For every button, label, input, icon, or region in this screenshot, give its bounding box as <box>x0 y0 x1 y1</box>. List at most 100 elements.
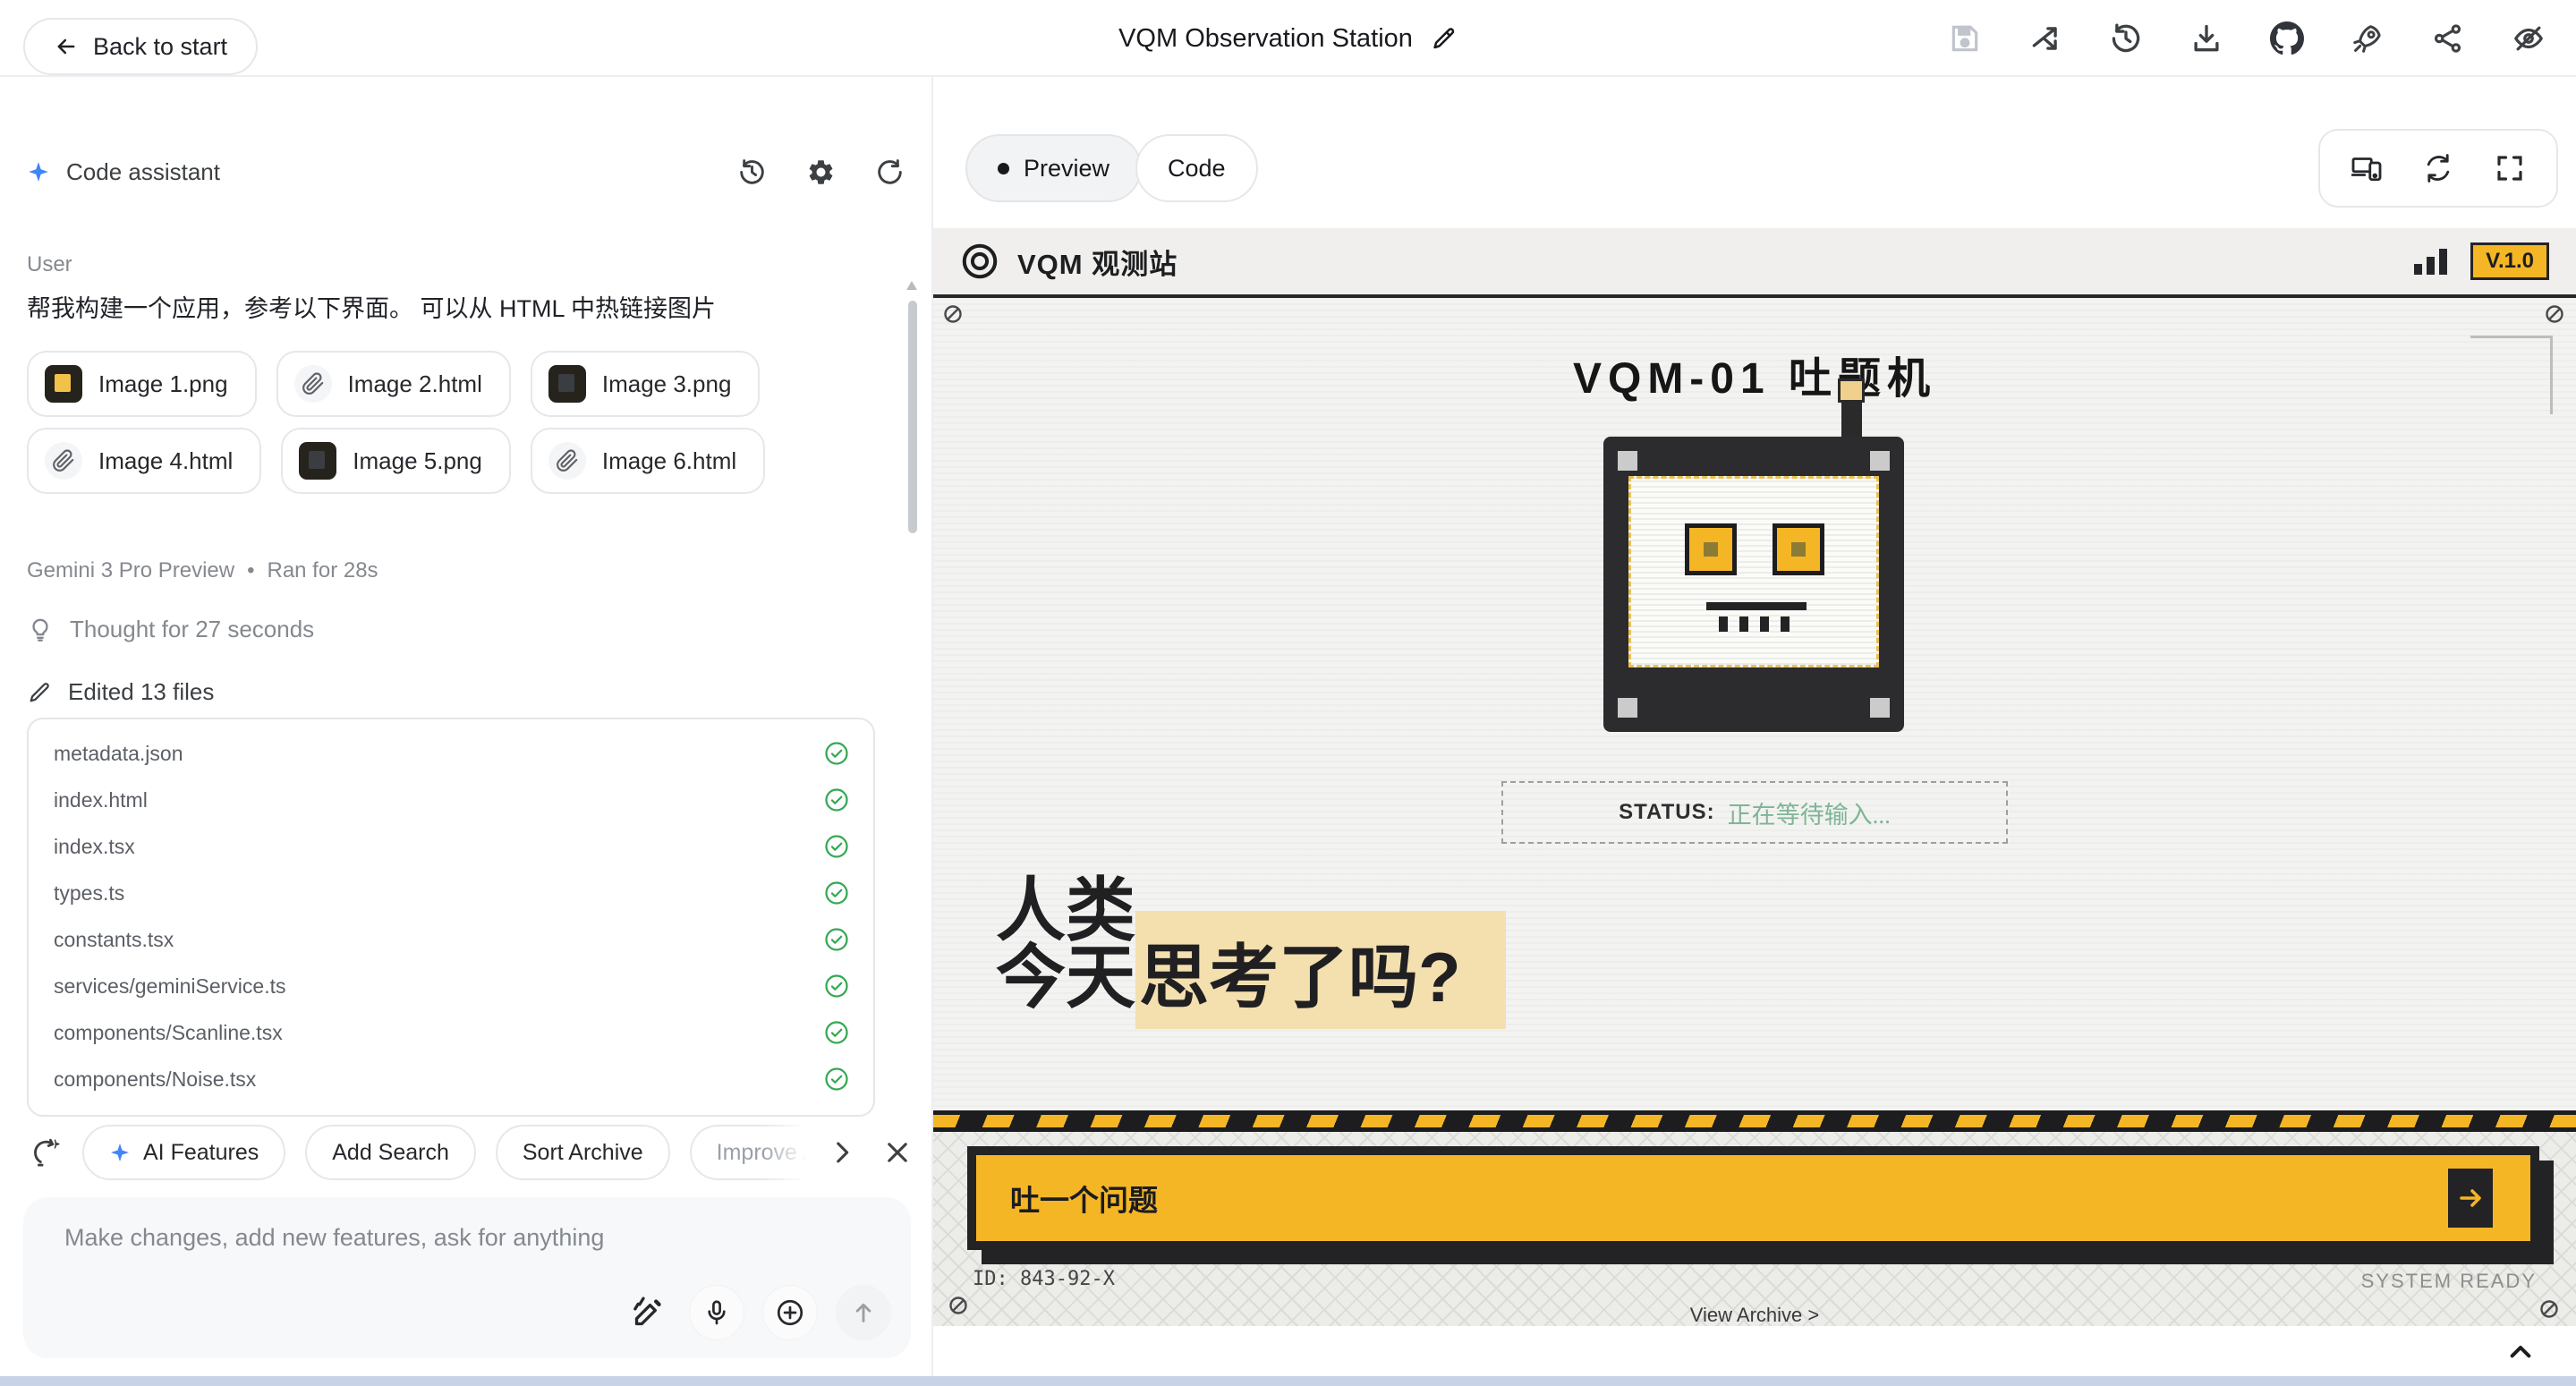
attachment-chip[interactable]: Image 4.html <box>27 428 261 494</box>
suggestion-chip-ai-features[interactable]: AI Features <box>82 1125 285 1180</box>
assistant-actions <box>737 157 905 187</box>
session-id: ID: 843-92-X <box>973 1268 1115 1290</box>
check-circle-icon <box>823 833 850 860</box>
suggestion-chips: AI Features Add Search Sort Archive Impr… <box>82 1125 825 1180</box>
robot-eye-right <box>1773 523 1824 575</box>
prompt-input[interactable] <box>64 1224 852 1278</box>
cta-arrow-button[interactable] <box>2448 1169 2493 1228</box>
edit-title-icon[interactable] <box>1431 25 1458 52</box>
back-to-start-button[interactable]: Back to start <box>23 18 258 75</box>
signal-bars-icon <box>2414 249 2447 275</box>
view-archive-link[interactable]: View Archive > <box>933 1304 2576 1327</box>
suggestion-chip-add-search[interactable]: Add Search <box>305 1125 476 1180</box>
blocked-image-icon <box>942 303 964 325</box>
thought-summary[interactable]: Thought for 27 seconds <box>27 616 314 643</box>
share-icon[interactable] <box>2431 21 2465 55</box>
deploy-rocket-icon[interactable] <box>2351 21 2385 55</box>
window-bottom-edge <box>0 1376 2576 1386</box>
robot-antenna <box>1841 403 1862 438</box>
version-badge: V.1.0 <box>2470 242 2549 280</box>
status-label: STATUS: <box>1619 800 1714 825</box>
annotate-icon[interactable] <box>630 1295 666 1331</box>
headline-highlight: 思考了吗? <box>1135 911 1506 1029</box>
file-row[interactable]: index.tsx <box>29 823 873 870</box>
chevron-right-icon[interactable] <box>827 1137 857 1168</box>
hazard-stripe-bar <box>933 1110 2576 1132</box>
add-icon <box>775 1297 805 1328</box>
robot-eye-left <box>1685 523 1737 575</box>
sparkle-icon <box>109 1142 131 1163</box>
save-icon[interactable] <box>1948 21 1982 55</box>
user-label: User <box>27 252 72 277</box>
github-icon[interactable] <box>2270 21 2304 55</box>
history-icon[interactable] <box>737 157 767 187</box>
suggestion-chip-improve-archive[interactable]: Improve Arc <box>690 1125 825 1180</box>
check-circle-icon <box>823 787 850 813</box>
edited-files-summary[interactable]: Edited 13 files <box>27 678 214 706</box>
chat-scrollbar[interactable] <box>908 301 917 533</box>
app-logo-icon <box>960 242 999 281</box>
robot-teeth <box>1631 616 1876 632</box>
send-button[interactable] <box>836 1285 891 1340</box>
preview-panel: Preview Code VQM 观测站 V.1.0 <box>933 77 2576 1376</box>
back-label: Back to start <box>93 33 227 61</box>
refresh-suggestions-icon[interactable] <box>30 1136 63 1169</box>
paperclip-icon <box>548 442 586 480</box>
attachment-chip[interactable]: Image 2.html <box>276 351 511 417</box>
sync-icon[interactable] <box>2422 152 2454 184</box>
robot-antenna-tip <box>1838 378 1865 403</box>
app-bottom-strip <box>933 1326 2576 1376</box>
fullscreen-icon[interactable] <box>2494 152 2526 184</box>
check-circle-icon <box>823 926 850 953</box>
suggestion-chip-sort-archive[interactable]: Sort Archive <box>496 1125 670 1180</box>
file-row[interactable]: constants.tsx <box>29 916 873 963</box>
visibility-off-icon[interactable] <box>2512 21 2546 55</box>
top-bar: Back to start VQM Observation Station <box>0 0 2576 77</box>
app-header-right: V.1.0 <box>2414 242 2549 280</box>
devices-icon[interactable] <box>2351 152 2383 184</box>
image-thumbnail-icon <box>45 365 82 403</box>
status-box: STATUS: 正在等待输入... <box>1501 781 2008 844</box>
collapse-chevron-icon[interactable] <box>2504 1337 2537 1365</box>
mic-button[interactable] <box>689 1285 744 1340</box>
file-row[interactable]: index.html <box>29 777 873 823</box>
attachment-chip[interactable]: Image 6.html <box>531 428 765 494</box>
settings-gear-icon[interactable] <box>806 157 836 187</box>
file-row[interactable]: services/geminiService.ts <box>29 963 873 1009</box>
scrollbar-arrow[interactable] <box>906 281 917 290</box>
pencil-icon <box>27 680 52 705</box>
file-row[interactable]: metadata.json <box>29 730 873 777</box>
mic-icon <box>702 1298 731 1327</box>
assistant-title: Code assistant <box>27 158 220 186</box>
file-row[interactable]: components/Noise.tsx <box>29 1056 873 1102</box>
code-assistant-panel: Code assistant User 帮我构建一个应用，参考以下界面。 可以从… <box>0 77 933 1376</box>
edited-files-list: metadata.json index.html index.tsx types… <box>27 718 875 1117</box>
add-attachment-button[interactable] <box>762 1285 818 1340</box>
attachment-chip[interactable]: Image 1.png <box>27 351 257 417</box>
top-right-toolbar <box>1948 0 2546 77</box>
check-circle-icon <box>823 1066 850 1093</box>
prompt-composer <box>23 1197 911 1358</box>
shuffle-icon[interactable] <box>2028 21 2062 55</box>
check-circle-icon <box>823 973 850 999</box>
tab-preview[interactable]: Preview <box>965 134 1142 202</box>
ask-question-button[interactable]: 吐一个问题 <box>967 1146 2539 1250</box>
tab-code[interactable]: Code <box>1135 134 1258 202</box>
headline: 人类， 今天思考了吗? <box>996 878 1506 1011</box>
refresh-icon[interactable] <box>875 157 905 187</box>
robot-mouth <box>1706 602 1807 610</box>
file-row[interactable]: types.ts <box>29 870 873 916</box>
arrow-right-icon <box>2456 1184 2485 1212</box>
file-row[interactable]: components/Scanline.tsx <box>29 1009 873 1056</box>
paperclip-icon <box>294 365 332 403</box>
attachment-chip[interactable]: Image 5.png <box>281 428 511 494</box>
close-icon[interactable] <box>882 1137 913 1168</box>
app-brand: VQM 观测站 <box>960 242 1177 282</box>
history-icon[interactable] <box>2109 21 2143 55</box>
download-icon[interactable] <box>2189 21 2223 55</box>
machine-title: VQM-01 吐题机 <box>933 343 2576 405</box>
attachment-chip[interactable]: Image 3.png <box>531 351 761 417</box>
attachment-row: Image 4.html Image 5.png Image 6.html <box>27 428 765 494</box>
cta-label: 吐一个问题 <box>1010 1177 1158 1220</box>
arrow-left-icon <box>54 34 79 59</box>
